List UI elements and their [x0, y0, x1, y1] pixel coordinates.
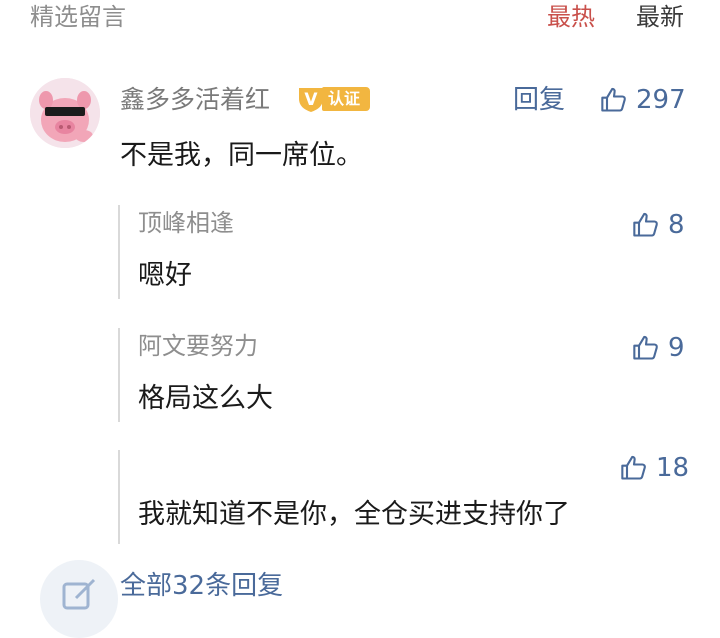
reply-text: 嗯好: [138, 260, 192, 291]
sort-new-tab[interactable]: 最新: [636, 0, 684, 34]
reply-like-count: 8: [668, 210, 685, 240]
reply-username[interactable]: 阿文要努力: [138, 326, 258, 366]
reply-button[interactable]: 回复: [513, 80, 565, 120]
badge-label: 认证: [322, 87, 371, 111]
reply-like-count: 18: [656, 453, 690, 483]
thread-line: [118, 450, 120, 544]
edit-icon: [62, 578, 96, 610]
like-button[interactable]: 297: [600, 80, 686, 120]
compose-avatar[interactable]: [40, 560, 118, 638]
thumbs-up-icon: [633, 212, 658, 237]
thread-line: [118, 205, 120, 299]
comment-username[interactable]: 鑫多多活着红: [120, 80, 270, 120]
all-replies-link[interactable]: 全部32条回复: [120, 566, 283, 606]
reply-like-button[interactable]: 18: [620, 448, 689, 488]
reply-like-button[interactable]: 8: [632, 205, 685, 245]
like-count: 297: [636, 85, 686, 115]
thread-line: [118, 328, 120, 422]
section-title: 精选留言: [30, 3, 126, 31]
thumbs-up-icon: [633, 335, 658, 360]
verified-badge: V 认证: [296, 85, 371, 113]
avatar[interactable]: [30, 78, 100, 148]
reply-username[interactable]: 顶峰相逢: [138, 203, 234, 243]
reply-text: 我就知道不是你，全仓买进支持你了: [138, 499, 570, 530]
thumbs-up-icon: [601, 87, 626, 112]
pig-sunglasses-icon: [30, 78, 100, 148]
badge-letter: V: [304, 90, 318, 110]
reply-like-count: 9: [668, 333, 685, 363]
thumbs-up-icon: [621, 455, 646, 480]
reply-text: 格局这么大: [138, 383, 273, 414]
reply-like-button[interactable]: 9: [632, 328, 685, 368]
comment-text: 不是我，同一席位。: [120, 140, 363, 171]
sort-hot-tab[interactable]: 最热: [547, 0, 595, 34]
